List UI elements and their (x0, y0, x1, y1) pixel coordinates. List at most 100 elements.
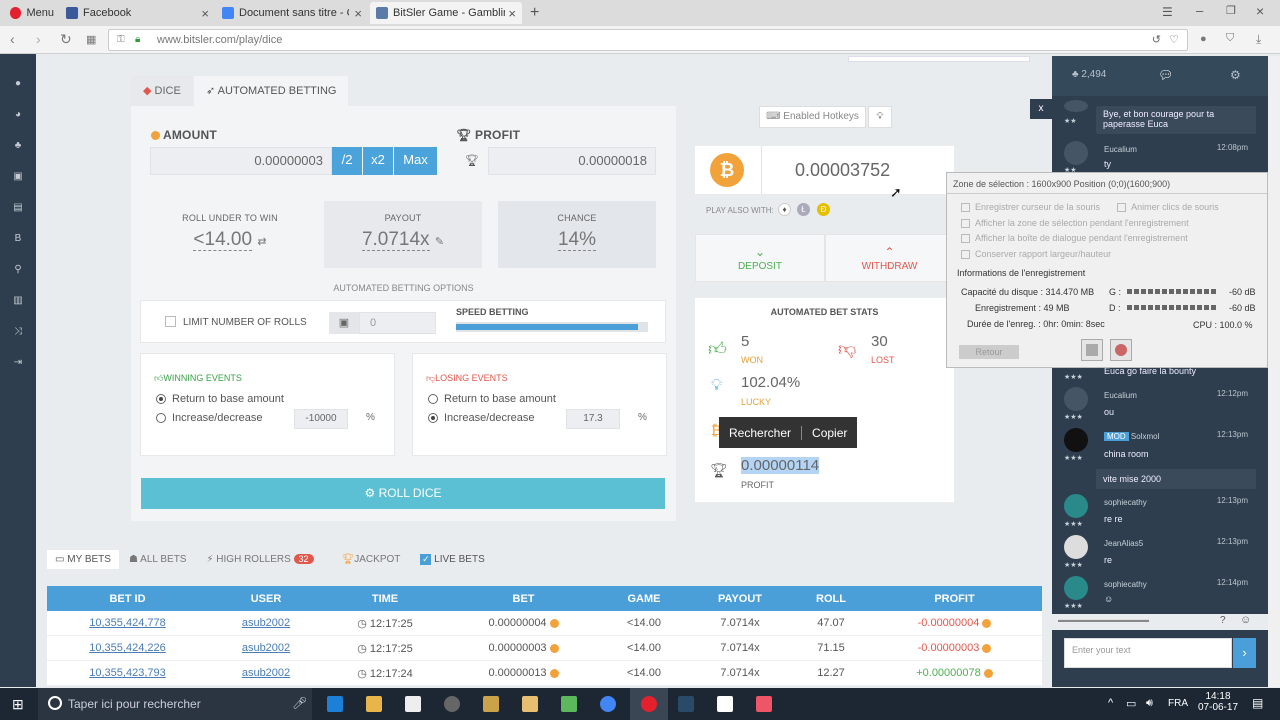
live-bets-toggle[interactable]: ✓ LIVE BETS (410, 550, 494, 569)
url-input[interactable]: ⚿ 🔒︎ www.bitsler.com/play/dice ↺ ♡ (108, 29, 1188, 51)
win-increase-input[interactable]: -10000 (294, 409, 348, 429)
shield-icon[interactable]: ⛉ (1226, 32, 1234, 45)
tab-automated-betting[interactable]: ➶ AUTOMATED BETTING (194, 76, 349, 107)
lose-increase-option[interactable]: Increase/decrease (428, 412, 535, 424)
opera-menu-button[interactable]: Menu (4, 2, 60, 24)
radio-button[interactable] (156, 394, 166, 404)
recorder-option[interactable]: Enregistrer curseur de la souris Animer c… (961, 200, 1253, 216)
snapshot-icon[interactable]: ↺ (1152, 30, 1161, 50)
send-arrow-icon[interactable]: › (1233, 638, 1256, 668)
book-icon[interactable]: ▥ (12, 295, 24, 307)
tab-dice[interactable]: ◆ DICE (131, 76, 193, 107)
deposit-button[interactable]: ⌄ DEPOSIT (695, 234, 825, 282)
emoji-icon[interactable]: ☺ (1240, 614, 1251, 626)
checkbox[interactable] (961, 203, 970, 213)
app-icon[interactable] (522, 696, 538, 712)
app-icon[interactable] (678, 696, 694, 712)
limit-rolls-checkbox[interactable] (165, 316, 176, 327)
page-scrollbar[interactable] (1268, 56, 1280, 687)
radio-button[interactable] (428, 394, 438, 404)
tab-all-bets[interactable]: ☗ ALL BETS (119, 550, 197, 569)
recorder-option[interactable]: Conserver rapport largeur/hauteur (961, 247, 1253, 263)
network-icon[interactable]: ▭ (1126, 697, 1136, 710)
chat-input[interactable]: Enter your text (1064, 638, 1232, 668)
chat-bubble-icon[interactable]: 💬︎ (1158, 68, 1173, 82)
double-button[interactable]: x2 (363, 147, 393, 175)
search-icon[interactable]: ⚲ (12, 264, 24, 276)
win-increase-option[interactable]: Increase/decrease (156, 412, 263, 424)
recorder-option[interactable]: Afficher la zone de sélection pendant l'… (961, 216, 1253, 232)
gear-icon[interactable]: ⚙︎ (1230, 68, 1241, 82)
tray-chevron-icon[interactable]: ^ (1108, 697, 1113, 709)
col-bet[interactable]: BET (446, 593, 601, 605)
download-icon[interactable]: ⤓ (1256, 32, 1261, 47)
amount-input[interactable]: 0.00000003 (150, 147, 332, 175)
app-icon[interactable] (756, 696, 772, 712)
context-copy[interactable]: Copier (812, 426, 847, 440)
chat-username[interactable]: Solxmol (1131, 432, 1159, 441)
close-tab-icon[interactable]: × (354, 6, 362, 21)
checkbox[interactable] (961, 234, 970, 244)
wallet-icon[interactable]: ▣ (12, 171, 24, 183)
checkbox-checked-icon[interactable]: ✓ (420, 554, 432, 565)
half-button[interactable]: /2 (332, 147, 362, 175)
card-icon[interactable]: ▤ (12, 202, 24, 214)
edit-pencil-icon[interactable]: ✎ (435, 236, 444, 248)
lose-increase-input[interactable]: 17.3 (566, 409, 620, 429)
pie-icon[interactable]: ◕ (12, 109, 24, 121)
checkbox[interactable] (961, 249, 970, 259)
checkbox[interactable] (1117, 203, 1127, 213)
notepad-icon[interactable] (717, 696, 733, 712)
tab-bitsler[interactable]: BitSler Game - Gambling B × (370, 2, 522, 24)
tab-menu-icon[interactable]: ☰ (1162, 5, 1173, 19)
shuffle-icon[interactable]: ⤨ (12, 326, 24, 338)
close-tab-icon[interactable]: × (508, 6, 516, 21)
online-users[interactable]: ♣ 2,494 (1072, 69, 1106, 80)
roll-dice-button[interactable]: ⚙︎ ROLL DICE (141, 478, 665, 509)
tab-my-bets[interactable]: ▭ MY BETS (47, 550, 119, 569)
notifications-icon[interactable]: ▤ (1252, 696, 1263, 710)
chat-username[interactable]: sophiecathy (1104, 498, 1147, 507)
reload-icon[interactable]: ↻ (60, 31, 72, 48)
users-icon[interactable]: ♣ (12, 140, 24, 152)
flags-icon[interactable]: ▬▬▬▬▬▬▬▬▬▬▬▬▬ (1058, 617, 1149, 624)
language-indicator[interactable]: FRA (1168, 698, 1188, 709)
minimize-icon[interactable]: – (1196, 3, 1203, 18)
tab-high-rollers[interactable]: ⚡︎ HIGH ROLLERS 32 (196, 550, 323, 569)
bet-id-link[interactable]: 10,355,424,226 (47, 642, 208, 654)
max-button[interactable]: Max (394, 147, 437, 175)
file-explorer-icon[interactable] (366, 696, 382, 712)
chance-box[interactable]: CHANCE 14% (498, 201, 656, 268)
back-icon[interactable]: ‹ (10, 31, 15, 47)
new-tab-icon[interactable]: + (530, 4, 539, 22)
close-tab-icon[interactable]: × (201, 6, 209, 21)
user-link[interactable]: asub2002 (208, 617, 324, 629)
stop-button[interactable] (1081, 339, 1103, 361)
speed-dial-icon[interactable]: ▦ (86, 33, 96, 46)
close-window-icon[interactable]: × (1256, 3, 1264, 19)
volume-icon[interactable]: 🔊︎ (1146, 697, 1153, 710)
roll-under-box[interactable]: ROLL UNDER TO WIN <14.00 ⇄ (151, 201, 309, 268)
edge-icon[interactable] (327, 696, 343, 712)
swap-icon[interactable]: ⇄ (257, 236, 266, 248)
windows-start-icon[interactable]: ⊞ (12, 696, 24, 713)
radio-button[interactable] (156, 413, 166, 423)
user-icon[interactable]: ● (12, 78, 24, 90)
app-icon[interactable] (444, 696, 460, 712)
chat-username[interactable]: sophiecathy (1104, 580, 1147, 589)
bitcoin-icon[interactable]: B (12, 233, 24, 245)
restore-icon[interactable]: ❐ (1226, 4, 1236, 17)
logout-icon[interactable]: ⇥ (12, 357, 24, 369)
app-icon[interactable] (483, 696, 499, 712)
vpn-icon[interactable]: ● (1200, 33, 1207, 45)
chat-close-button[interactable]: x (1030, 99, 1052, 119)
microphone-icon[interactable]: 🎤︎ (292, 696, 307, 710)
lightbulb-icon[interactable]: 💡︎ (868, 106, 892, 128)
checkbox[interactable] (961, 218, 970, 228)
chrome-icon[interactable] (600, 696, 616, 712)
speed-slider[interactable] (456, 322, 648, 332)
litecoin-icon[interactable]: Ł (797, 203, 810, 216)
bet-id-link[interactable]: 10,355,424,778 (47, 617, 208, 629)
payout-box[interactable]: PAYOUT 7.0714x ✎ (324, 201, 482, 268)
context-search[interactable]: Rechercher (729, 426, 791, 440)
